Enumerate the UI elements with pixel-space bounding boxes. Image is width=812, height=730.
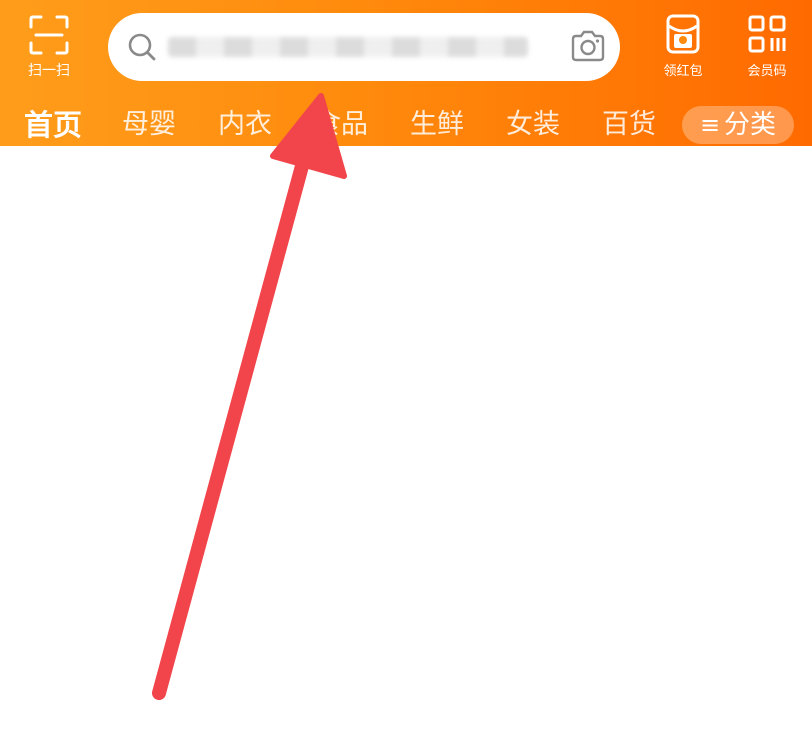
red-arrow-annotation	[152, 93, 347, 700]
